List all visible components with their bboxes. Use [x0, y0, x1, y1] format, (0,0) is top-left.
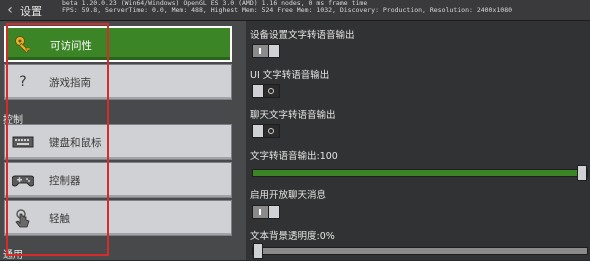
question-icon: ? — [19, 74, 27, 90]
debug-line: FPS: 59.8, ServerTime: 0.0, Mem: 488, Hi… — [62, 6, 513, 14]
settings-panel: 设备设置文字转语音输出 UI 文字转语音输出 聊天文字转语音输出 文字转语音输出… — [246, 21, 590, 260]
toggle-on-indicator — [259, 209, 261, 215]
setting-label: 文本背景透明度:0% — [250, 231, 335, 242]
toggle-knob — [252, 84, 264, 98]
gamepad-icon — [11, 170, 35, 190]
sidebar-item-label: 可访问性 — [50, 40, 92, 52]
sidebar-item-label: 游戏指南 — [49, 77, 91, 89]
tts-volume-slider[interactable] — [252, 165, 588, 181]
toggle-knob — [268, 44, 280, 58]
setting-label: UI 文字转语音输出 — [250, 70, 330, 81]
setting-label: 聊天文字转语音输出 — [250, 110, 336, 121]
setting-label: 文字转语音输出:100 — [250, 151, 338, 162]
sidebar-item-controller[interactable]: 控制器 — [4, 162, 232, 198]
sidebar-item-label: 控制器 — [49, 175, 81, 187]
toggle-on-indicator — [259, 48, 261, 54]
toggle-knob — [268, 205, 280, 219]
slider-thumb[interactable] — [253, 243, 263, 259]
sidebar-item-label: 键盘和鼠标 — [49, 137, 102, 149]
setting-label: 启用开放聊天消息 — [250, 190, 327, 201]
sidebar: 可访问性 ? 游戏指南 控制 键盘和鼠标 控制器 轻触 通用 — [0, 21, 246, 261]
top-bar: ‹ 设置 beta 1.20.0.23 (Win64/Windows) Open… — [0, 0, 590, 21]
keyboard-icon — [11, 132, 35, 152]
chevron-left-icon[interactable]: ‹ — [2, 2, 18, 18]
sidebar-item-accessibility[interactable]: 可访问性 — [4, 26, 232, 62]
sidebar-item-how-to-play[interactable]: ? 游戏指南 — [4, 64, 232, 100]
toggle-off-indicator — [268, 128, 274, 134]
toggle-off-indicator — [268, 88, 274, 94]
slider-fill — [253, 170, 587, 176]
chat-tts-toggle[interactable] — [252, 124, 280, 138]
sidebar-item-label: 轻触 — [49, 213, 70, 225]
touch-icon — [11, 208, 35, 228]
text-background-opacity-slider[interactable] — [252, 243, 588, 259]
section-header-general: 通用 — [3, 250, 23, 261]
open-chat-toggle[interactable] — [252, 205, 280, 219]
slider-thumb[interactable] — [577, 165, 587, 181]
toggle-knob — [252, 124, 264, 138]
setting-label: 设备设置文字转语音输出 — [250, 30, 355, 41]
debug-overlay: beta 1.20.0.23 (Win64/Windows) OpenGL ES… — [62, 0, 590, 20]
key-icon — [12, 35, 36, 55]
device-tts-toggle[interactable] — [252, 44, 280, 58]
page-title: 设置 — [20, 5, 42, 18]
sidebar-item-keyboard-mouse[interactable]: 键盘和鼠标 — [4, 124, 232, 160]
ui-tts-toggle[interactable] — [252, 84, 280, 98]
sidebar-item-touch[interactable]: 轻触 — [4, 200, 232, 236]
